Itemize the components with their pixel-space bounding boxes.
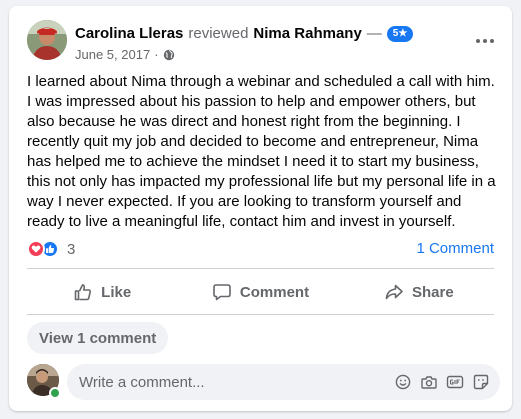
- sticker-icon[interactable]: [468, 369, 494, 395]
- divider-bottom: [27, 314, 494, 315]
- online-status-indicator: [49, 387, 61, 399]
- comment-input[interactable]: Write a comment...: [67, 364, 500, 400]
- review-text: I learned about Nima through a webinar a…: [27, 73, 496, 230]
- comment-label: Comment: [239, 283, 310, 301]
- review-header: Carolina Lleras reviewed Nima Rahmany — …: [75, 24, 414, 44]
- reactions-summary[interactable]: 3: [27, 240, 75, 258]
- review-meta: June 5, 2017 ·: [75, 47, 175, 62]
- review-verb: reviewed: [188, 25, 249, 42]
- author-name[interactable]: Carolina Lleras: [75, 24, 183, 44]
- comment-composer: Write a comment...: [27, 364, 500, 400]
- rating-badge: 5★: [386, 26, 414, 42]
- more-icon: [476, 39, 494, 43]
- author-avatar[interactable]: [27, 20, 67, 60]
- review-date[interactable]: June 5, 2017: [75, 47, 150, 62]
- header-dash: —: [366, 25, 382, 42]
- more-options-button[interactable]: [468, 28, 502, 54]
- review-card: Carolina Lleras reviewed Nima Rahmany — …: [9, 6, 512, 411]
- comment-count-link[interactable]: 1 Comment: [416, 240, 494, 257]
- comment-placeholder: Write a comment...: [79, 373, 205, 391]
- emoji-icon[interactable]: [390, 369, 416, 395]
- share-label: Share: [411, 283, 454, 301]
- love-icon: [27, 240, 45, 258]
- camera-icon[interactable]: [416, 369, 442, 395]
- like-label: Like: [101, 283, 132, 301]
- reviewed-page-name[interactable]: Nima Rahmany: [253, 24, 361, 44]
- view-comments-button[interactable]: View 1 comment: [27, 322, 169, 354]
- share-button[interactable]: Share: [340, 274, 498, 310]
- action-bar: Like Comment Share: [23, 274, 498, 310]
- globe-icon: [163, 49, 175, 61]
- comment-button[interactable]: Comment: [181, 274, 339, 310]
- comment-bubble-icon: [213, 284, 231, 301]
- gif-icon[interactable]: [442, 369, 468, 395]
- divider-top: [27, 268, 494, 269]
- share-arrow-icon: [385, 284, 403, 300]
- thumbs-up-icon: [74, 284, 92, 301]
- meta-separator: ·: [154, 47, 159, 62]
- like-button[interactable]: Like: [23, 274, 181, 310]
- reaction-count: 3: [67, 240, 76, 258]
